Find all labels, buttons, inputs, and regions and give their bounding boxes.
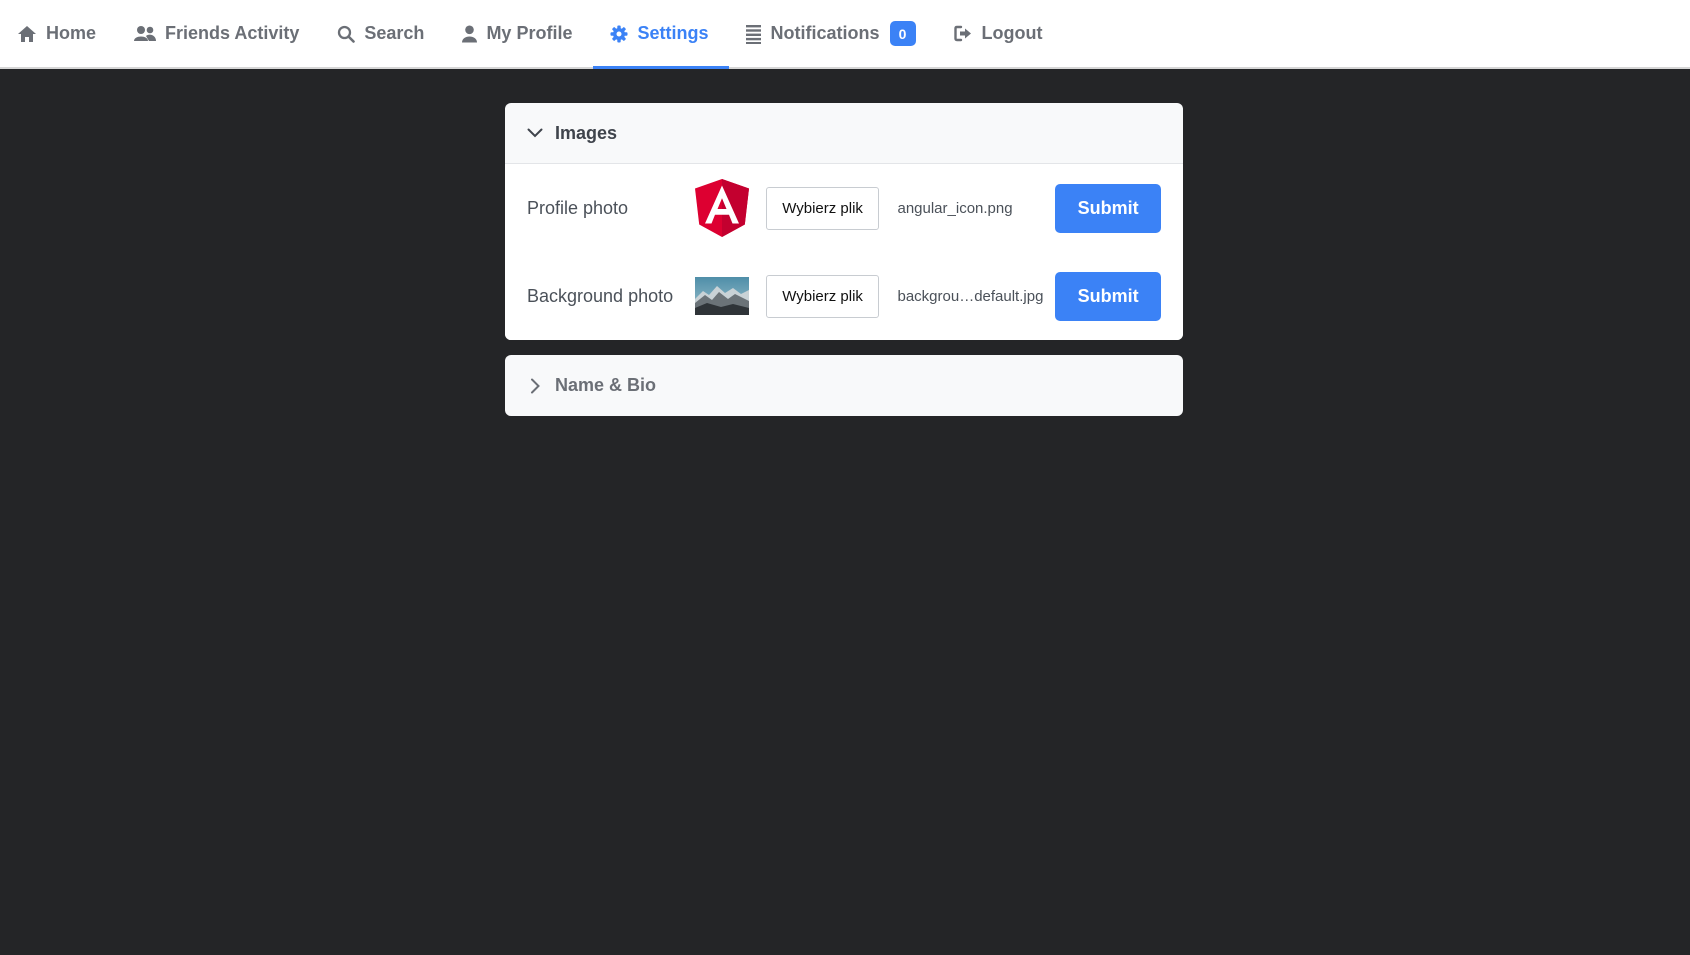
profile-photo-thumbnail [694,179,749,237]
name-bio-panel-title: Name & Bio [555,375,657,395]
home-icon [18,25,36,42]
nav-my-profile-label: My Profile [486,23,573,43]
profile-photo-file-name: angular_icon.png [897,199,1013,217]
images-panel: Images Profile photo Wybierz plik angula… [505,103,1183,340]
profile-photo-submit-button[interactable]: Submit [1055,183,1161,233]
nav-home[interactable]: Home [0,0,117,67]
nav-logout-label: Logout [981,23,1043,43]
name-bio-panel: Name & Bio [505,355,1183,416]
profile-photo-row: Profile photo Wybierz plik angular_icon.… [527,164,1161,252]
angular-logo-icon [694,179,749,237]
nav-friends-activity-label: Friends Activity [165,23,300,43]
profile-photo-label: Profile photo [527,197,629,218]
nav-settings[interactable]: Settings [593,0,730,69]
profile-photo-choose-file-button[interactable]: Wybierz plik [765,186,880,230]
gear-icon [610,25,628,42]
search-icon [338,25,356,43]
background-photo-submit-button[interactable]: Submit [1055,271,1161,321]
nav-friends-activity[interactable]: Friends Activity [117,0,320,67]
background-photo-label: Background photo [527,285,674,306]
nav-my-profile[interactable]: My Profile [445,0,593,67]
user-icon [462,25,478,42]
background-photo-choose-file-button[interactable]: Wybierz plik [765,274,880,318]
images-panel-body: Profile photo Wybierz plik angular_icon.… [505,164,1183,340]
mountain-landscape-image [694,277,749,315]
notifications-count-badge: 0 [889,21,916,46]
users-icon [134,26,157,41]
nav-notifications-label: Notifications [770,23,880,43]
chevron-down-icon [527,128,543,138]
chevron-right-icon [531,378,540,393]
nav-search[interactable]: Search [320,0,445,67]
images-panel-title: Images [555,122,618,143]
nav-settings-label: Settings [637,23,709,43]
nav-search-label: Search [364,23,425,43]
top-navbar: Home Friends Activity Search My Profile … [0,0,1690,69]
background-photo-thumbnail [694,269,749,323]
logout-icon [953,25,971,42]
nav-logout[interactable]: Logout [937,0,1064,67]
list-icon [746,24,762,44]
background-photo-file-name: backgrou…default.jpg [897,287,1044,305]
images-panel-header[interactable]: Images [505,103,1183,164]
nav-home-label: Home [46,23,97,43]
background-photo-row: Background photo Wybierz plik backgrou…d… [527,252,1161,340]
name-bio-panel-header[interactable]: Name & Bio [505,355,1183,416]
nav-notifications[interactable]: Notifications 0 [729,0,936,67]
